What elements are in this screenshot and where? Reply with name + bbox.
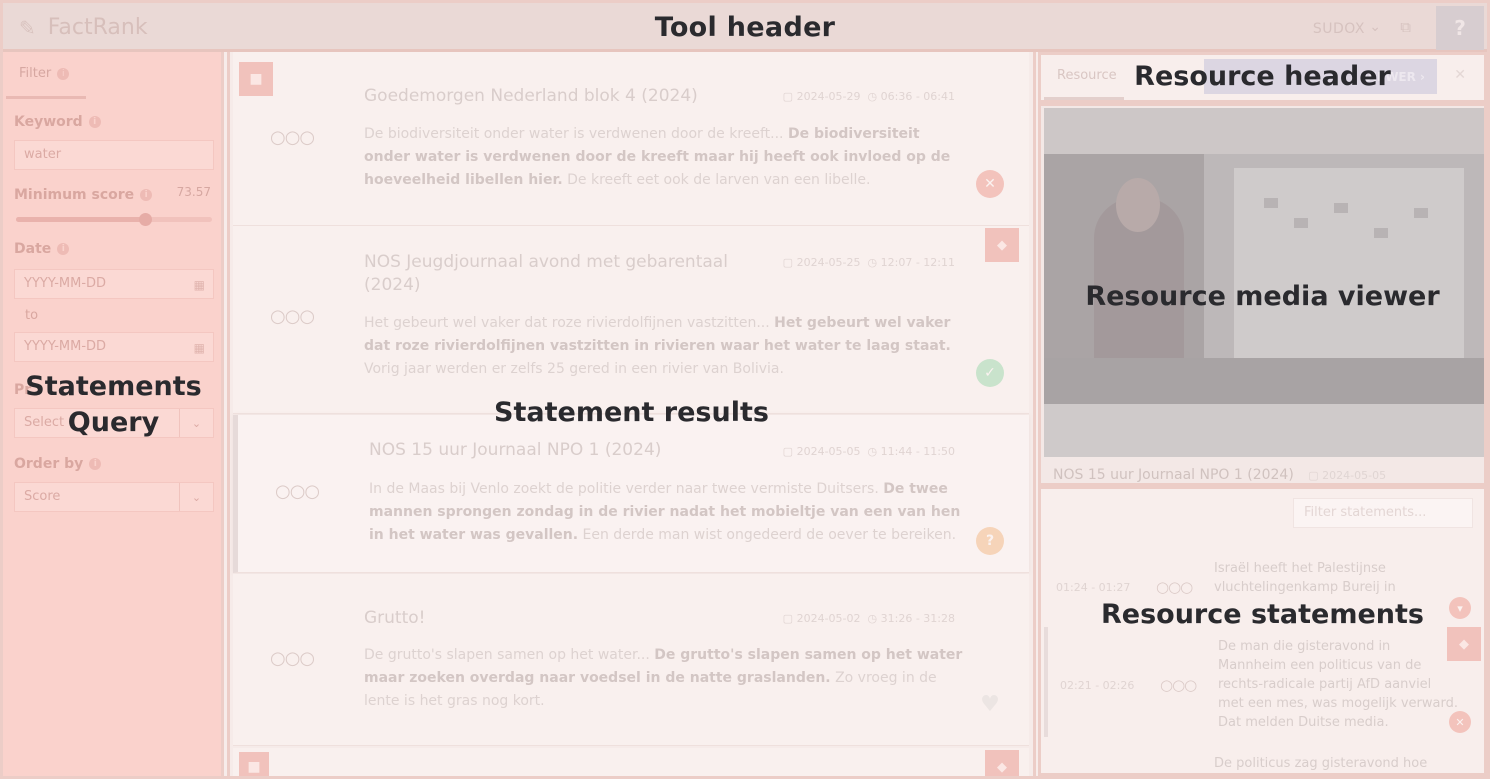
window-frame [0, 0, 1490, 779]
